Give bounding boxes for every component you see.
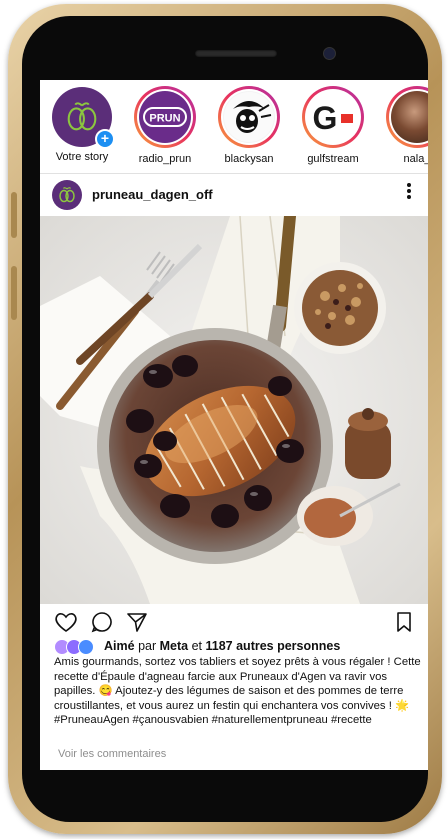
story-label: blackysan [224, 153, 274, 165]
story-avatar [223, 91, 275, 143]
likes-par: par [138, 639, 157, 653]
stories-bar: + Votre story PRUN radio_prun blackysan … [40, 80, 428, 174]
side-button [11, 192, 17, 238]
post-avatar[interactable] [52, 180, 82, 210]
story-gulfstream[interactable]: G gulfstream [296, 86, 370, 165]
svg-text:G: G [313, 100, 338, 135]
liker-avatars [54, 639, 96, 655]
heart-icon[interactable] [54, 611, 78, 638]
story-blackysan[interactable]: blackysan [212, 86, 286, 165]
likes-et: et [191, 639, 203, 653]
story-radio-prun[interactable]: PRUN radio_prun [128, 86, 202, 165]
g-logo-icon: G [313, 100, 353, 135]
plum-logo-icon [67, 102, 97, 131]
cartoon-face-icon [224, 92, 274, 142]
side-button [11, 266, 17, 320]
bookmark-icon[interactable] [396, 611, 412, 638]
post-username[interactable]: pruneau_dagen_off [92, 187, 213, 202]
story-avatar: PRUN [139, 91, 191, 143]
post-header: pruneau_dagen_off [40, 174, 428, 216]
likes-user[interactable]: Meta [160, 639, 188, 653]
story-avatar: G [307, 91, 359, 143]
phone-camera [323, 47, 336, 60]
story-label: Votre story [55, 151, 109, 163]
more-vertical-icon[interactable] [406, 182, 412, 200]
prun-logo-icon: PRUN [143, 107, 187, 127]
caption-hashtags[interactable]: #PruneauAgen #çanousvabien #naturellemen… [54, 714, 372, 726]
phone-speaker [195, 50, 277, 57]
post-caption: Amis gourmands, sortez vos tabliers et s… [54, 655, 422, 728]
post-photo[interactable] [40, 216, 428, 604]
view-comments-link[interactable]: Voir les commentaires [58, 748, 166, 760]
story-avatar [391, 91, 428, 143]
food-photo-illustration [40, 216, 428, 604]
own-avatar: + [52, 87, 115, 149]
plum-logo-icon [59, 187, 75, 203]
post-actions [40, 604, 428, 642]
svg-text:PRUN: PRUN [149, 113, 180, 125]
caption-text: Amis gourmands, sortez vos tabliers et s… [54, 656, 421, 712]
add-story-icon[interactable]: + [95, 129, 115, 149]
likes-count[interactable]: 1187 autres personnes [206, 639, 341, 653]
story-label: radio_prun [138, 153, 192, 165]
instagram-screen: + Votre story PRUN radio_prun blackysan … [40, 80, 428, 770]
story-nala[interactable]: nala_ [380, 86, 428, 165]
comment-icon[interactable] [91, 611, 113, 638]
story-own[interactable]: + Votre story [45, 86, 119, 163]
story-label: nala_ [403, 153, 428, 165]
send-icon[interactable] [126, 611, 148, 638]
likes-prefix: Aimé [104, 639, 135, 653]
story-label: gulfstream [307, 153, 359, 165]
likes-line: Aimé par Meta et 1187 autres personnes [54, 638, 341, 655]
